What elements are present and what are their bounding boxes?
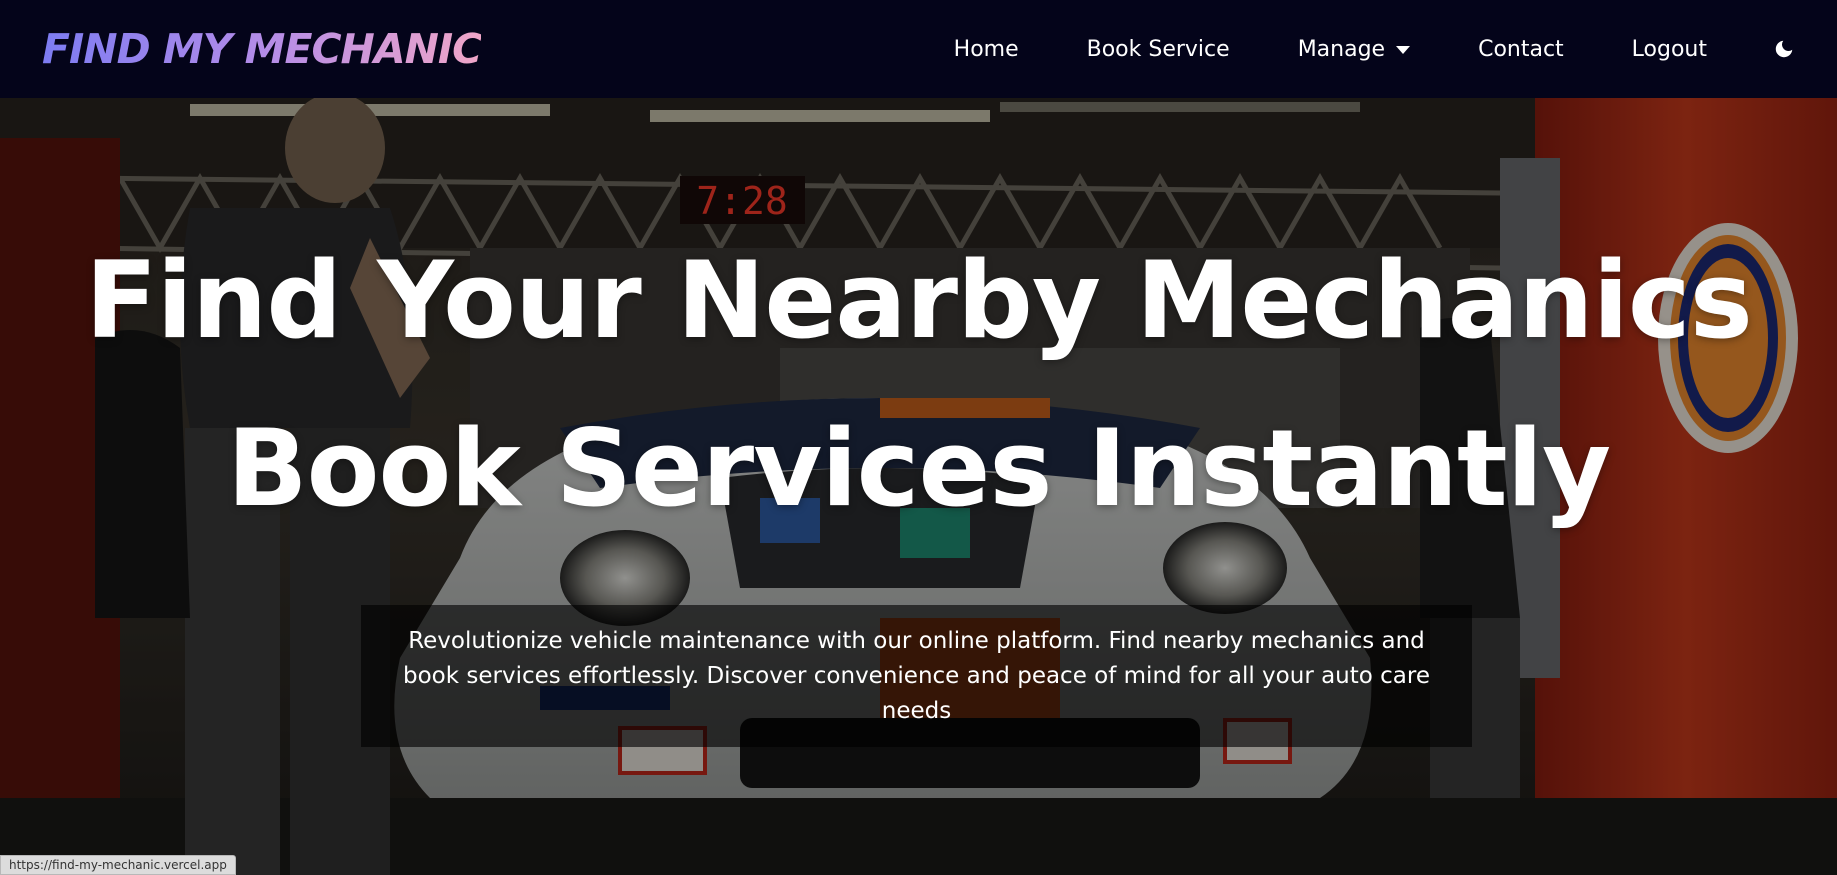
hero-section: 7:28 Find Your Nearby Mechanics Book Ser…: [0, 98, 1837, 875]
navbar: FIND MY MECHANIC Home Book Service Manag…: [0, 0, 1837, 98]
brand-logo[interactable]: FIND MY MECHANIC: [42, 25, 482, 73]
status-bar-url: https://find-my-mechanic.vercel.app: [0, 855, 236, 875]
nav-links: Home Book Service Manage Contact Logout: [954, 0, 1797, 98]
hero-description: Revolutionize vehicle maintenance with o…: [403, 627, 1430, 724]
nav-contact-link[interactable]: Contact: [1478, 37, 1564, 62]
nav-manage-label: Manage: [1297, 36, 1386, 62]
hero-title-line-2: Book Services Instantly: [226, 407, 1611, 530]
theme-toggle-button[interactable]: [1771, 36, 1797, 62]
caret-down-icon: [1396, 46, 1411, 54]
hero-title-line-1: Find Your Nearby Mechanics: [85, 239, 1753, 362]
nav-home-link[interactable]: Home: [954, 37, 1019, 62]
moon-icon: [1775, 40, 1793, 58]
nav-logout-link[interactable]: Logout: [1632, 37, 1707, 62]
nav-book-service-link[interactable]: Book Service: [1087, 37, 1230, 62]
hero-description-box: Revolutionize vehicle maintenance with o…: [361, 605, 1472, 747]
nav-manage-dropdown[interactable]: Manage: [1297, 36, 1411, 62]
